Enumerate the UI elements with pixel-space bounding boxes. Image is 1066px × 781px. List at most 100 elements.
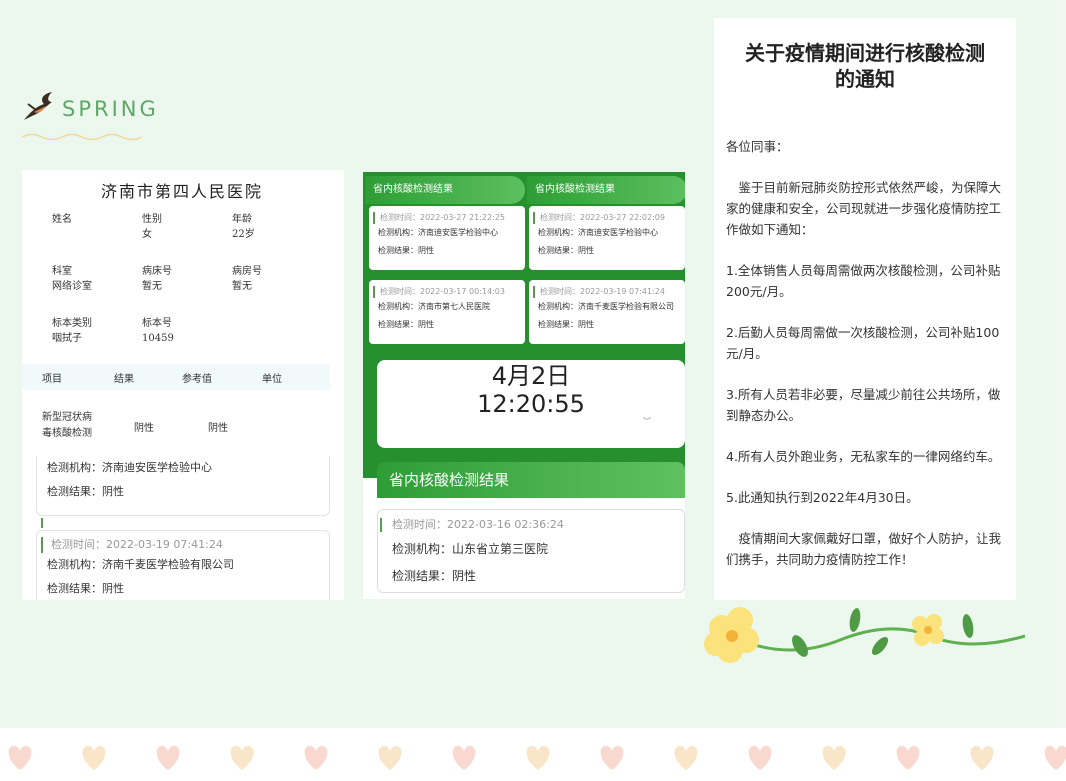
- test-time: 检测时间：2022-03-19 07:41:24: [533, 286, 685, 298]
- field-value: 22岁: [232, 229, 255, 240]
- test-org: 检测机构：济南千麦医学检验有限公司: [538, 302, 674, 311]
- field-value: 暂无: [232, 281, 252, 292]
- item-line: 毒核酸检测: [42, 428, 92, 439]
- test-org: 检测机构：济南迪安医学检验中心: [47, 461, 212, 474]
- column-header: 单位: [262, 373, 282, 385]
- eye-icon: ︶: [643, 417, 651, 426]
- field-label: 病房号: [232, 266, 262, 277]
- heart-icon: [600, 746, 624, 770]
- field-value: [52, 227, 142, 242]
- test-org: 检测机构：济南迪安医学检验中心: [538, 228, 658, 237]
- heart-icon: [378, 746, 402, 770]
- test-result: 检测结果：阴性: [392, 569, 477, 583]
- notice-item: 3.所有人员若非必要，尽量减少前往公共场所，做到静态办公。: [726, 387, 1001, 423]
- test-result: 检测结果：阴性: [538, 320, 594, 329]
- notice-body: 各位同事： 鉴于目前新冠肺炎防控形式依然严峻，为保障大家的健康和安全，公司现就进…: [726, 136, 1006, 590]
- heart-icon: [1044, 746, 1066, 770]
- column-header: 参考值: [182, 373, 212, 385]
- test-org: 检测机构：济南市第七人民医院: [378, 302, 490, 311]
- field-label: 病床号: [142, 266, 172, 277]
- hospital-report-panel: 济南市第四人民医院 姓名 性别 年龄 女 22岁 科室 病床号 病房号 网络诊室…: [22, 170, 344, 600]
- mini-test-card[interactable]: 检测时间：2022-03-27 22:02:09 检测机构：济南迪安医学检验中心…: [529, 206, 685, 270]
- test-org: 检测机构：山东省立第三医院: [392, 542, 549, 556]
- hospital-name: 济南市第四人民医院: [100, 182, 263, 201]
- field-value: 10459: [142, 333, 174, 344]
- test-result: 检测结果：阴性: [538, 246, 594, 255]
- notice-panel: 关于疫情期间进行核酸检测 的通知 各位同事： 鉴于目前新冠肺炎防控形式依然严峻，…: [714, 18, 1016, 600]
- clock-time: 12:20:55: [477, 390, 585, 418]
- notice-item: 5.此通知执行到2022年4月30日。: [726, 490, 919, 505]
- test-time: 检测时间：2022-03-16 02:36:24: [380, 518, 684, 532]
- heart-icon: [748, 746, 772, 770]
- field-value: 咽拭子: [52, 333, 82, 344]
- field-value: 女: [142, 229, 152, 240]
- phone-screenshot-panel: 省内核酸检测结果 省内核酸检测结果 检测时间：2022-03-27 21:22:…: [363, 172, 685, 599]
- notice-item: 2.后勤人员每周需做一次核酸检测，公司补贴100元/月。: [726, 325, 1000, 361]
- test-time: 检测时间：2022-03-27 21:22:25: [373, 212, 525, 224]
- notice-intro: 鉴于目前新冠肺炎防控形式依然严峻，为保障大家的健康和安全，公司现就进一步强化疫情…: [726, 180, 1002, 237]
- test-time: 检测时间：2022-03-19 07:41:24: [41, 537, 329, 553]
- table-cell-result: 阴性: [134, 422, 154, 434]
- heart-icon: [970, 746, 994, 770]
- table-row: 新型冠状病 毒核酸检测 阴性 阴性: [22, 390, 330, 454]
- lab-report: 济南市第四人民医院 姓名 性别 年龄 女 22岁 科室 病床号 病房号 网络诊室…: [34, 170, 330, 356]
- table-header: 项目 结果 参考值 单位: [22, 364, 330, 390]
- mini-header: 省内核酸检测结果: [527, 176, 685, 204]
- notice-closing: 疫情期间大家佩戴好口罩，做好个人防护，让我们携手，共同助力疫情防控工作！: [726, 531, 1002, 567]
- test-card[interactable]: 检测机构：济南迪安医学检验中心 检测结果：阴性: [36, 456, 330, 516]
- test-card[interactable]: 检测时间：2022-03-16 02:36:24 检测机构：山东省立第三医院 检…: [377, 509, 685, 593]
- heart-icon: [822, 746, 846, 770]
- page-background: SPRING 济南市第四人民医院 姓名 性别 年龄 女 22岁 科室 病床号 病…: [0, 0, 1056, 728]
- report-row-2: 科室 病床号 病房号 网络诊室 暂无 暂无: [52, 264, 322, 294]
- clock-widget: 4月2日 12:20:55 ︶: [377, 360, 685, 448]
- heart-border-strip: [0, 728, 1066, 781]
- table-cell-item: 新型冠状病 毒核酸检测: [22, 410, 134, 442]
- logo-text: SPRING: [62, 97, 159, 121]
- heart-icon: [674, 746, 698, 770]
- test-org: 检测机构：济南千麦医学检验有限公司: [47, 558, 234, 571]
- heart-icon: [304, 746, 328, 770]
- results-title-band: 省内核酸检测结果: [377, 462, 685, 498]
- notice-greeting: 各位同事：: [726, 139, 789, 154]
- title-line: 的通知: [835, 67, 895, 91]
- heart-icon: [526, 746, 550, 770]
- field-label: 科室: [52, 266, 72, 277]
- logo: SPRING: [22, 90, 159, 124]
- column-header: 结果: [114, 373, 134, 385]
- test-result: 检测结果：阴性: [47, 485, 124, 498]
- field-label: 性别: [142, 214, 162, 225]
- title-line: 关于疫情期间进行核酸检测: [745, 41, 985, 65]
- heart-icon: [8, 746, 32, 770]
- notice-item: 4.所有人员外跑业务，无私家车的一律网络约车。: [726, 449, 1001, 464]
- heart-icon: [82, 746, 106, 770]
- field-label: 标本类别: [52, 318, 92, 329]
- column-header: 项目: [42, 373, 62, 385]
- report-row-1: 姓名 性别 年龄 女 22岁: [52, 212, 322, 242]
- flower-icon: [704, 607, 759, 663]
- test-result: 检测结果：阴性: [378, 320, 434, 329]
- test-result: 检测结果：阴性: [378, 246, 434, 255]
- field-label: 年龄: [232, 214, 252, 225]
- heart-icon: [156, 746, 180, 770]
- test-org: 检测机构：济南迪安医学检验中心: [378, 228, 498, 237]
- heart-icon: [896, 746, 920, 770]
- flower-vine-decoration: [704, 607, 1026, 663]
- field-value: 暂无: [142, 281, 162, 292]
- mini-test-card[interactable]: 检测时间：2022-03-19 07:41:24 检测机构：济南千麦医学检验有限…: [529, 280, 685, 344]
- mini-test-card[interactable]: 检测时间：2022-03-17 00:14:03 检测机构：济南市第七人民医院 …: [369, 280, 525, 344]
- report-row-3: 标本类别 标本号 咽拭子 10459: [52, 316, 322, 346]
- item-line: 新型冠状病: [42, 412, 92, 423]
- field-label: 姓名: [52, 214, 72, 225]
- heart-icon: [230, 746, 254, 770]
- swallow-icon: [24, 92, 52, 120]
- notice-title: 关于疫情期间进行核酸检测 的通知: [714, 40, 1016, 92]
- field-value: 网络诊室: [52, 281, 92, 292]
- test-time: 检测时间：2022-03-27 22:02:09: [533, 212, 685, 224]
- mini-header: 省内核酸检测结果: [365, 176, 525, 204]
- test-time: 检测时间：2022-03-17 00:14:03: [373, 286, 525, 298]
- test-card[interactable]: 检测时间：2022-03-19 07:41:24 检测机构：济南千麦医学检验有限…: [36, 530, 330, 600]
- result-table: 项目 结果 参考值 单位 新型冠状病 毒核酸检测 阴性 阴性: [22, 364, 330, 454]
- heart-icon: [452, 746, 476, 770]
- flower-icon: [912, 614, 944, 646]
- mini-test-card[interactable]: 检测时间：2022-03-27 21:22:25 检测机构：济南迪安医学检验中心…: [369, 206, 525, 270]
